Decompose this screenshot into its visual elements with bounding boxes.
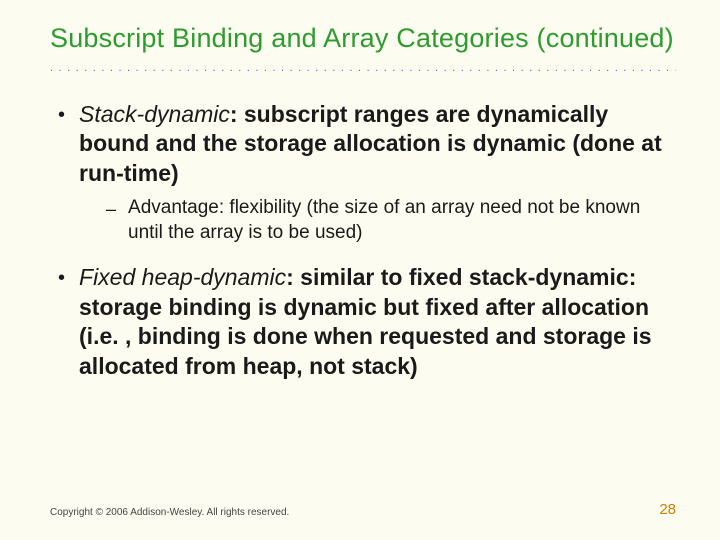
term: Fixed heap-dynamic [79,264,286,290]
title-underline-dots: ........................................… [50,62,676,74]
slide: Subscript Binding and Array Categories (… [0,0,720,540]
copyright-text: Copyright © 2006 Addison-Wesley. All rig… [50,507,289,518]
bullet-icon: • [58,100,65,130]
bullet-item: • Stack-dynamic: subscript ranges are dy… [58,100,676,188]
body: • Stack-dynamic: subscript ranges are dy… [50,100,676,381]
page-number: 28 [659,501,676,518]
footer: Copyright © 2006 Addison-Wesley. All rig… [50,501,676,518]
sub-bullet-item: – Advantage: flexibility (the size of an… [106,196,676,245]
bullet-item: • Fixed heap-dynamic: similar to fixed s… [58,263,676,381]
slide-title: Subscript Binding and Array Categories (… [50,22,676,56]
bullet-text: Fixed heap-dynamic: similar to fixed sta… [79,263,676,381]
bullet-text: Stack-dynamic: subscript ranges are dyna… [79,100,676,188]
sub-bullet-group: – Advantage: flexibility (the size of an… [50,196,676,245]
sub-bullet-text: Advantage: flexibility (the size of an a… [128,196,676,245]
dash-icon: – [106,196,116,222]
bullet-icon: • [58,263,65,293]
term: Stack-dynamic [79,101,230,127]
